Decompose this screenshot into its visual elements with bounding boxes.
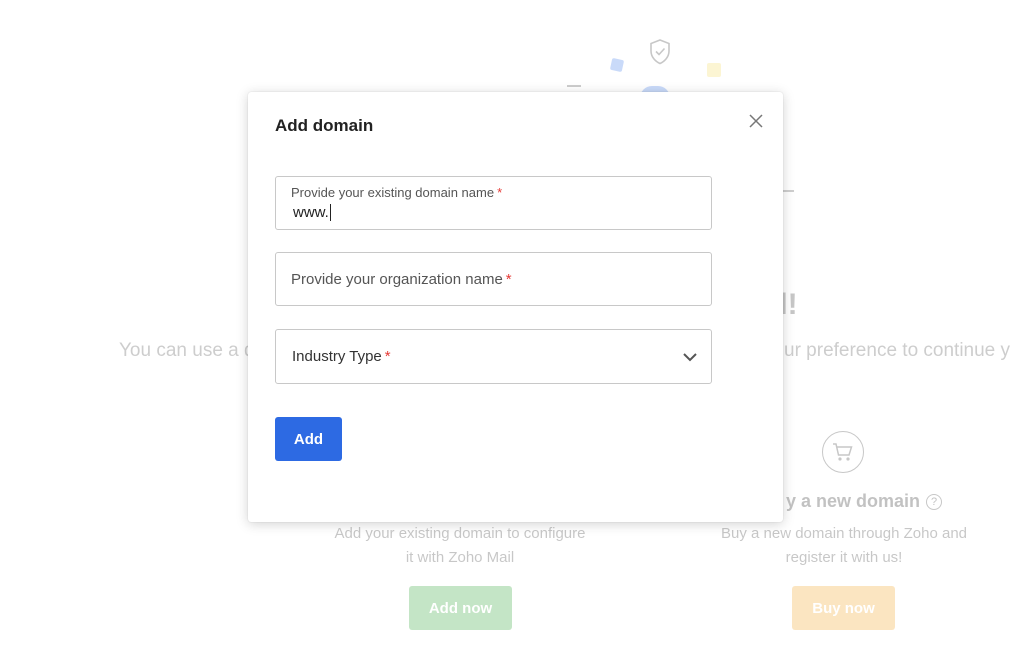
close-button[interactable]	[746, 111, 766, 131]
domain-name-label: Provide your existing domain name *	[291, 185, 503, 200]
buy-domain-title-text: y a new domain	[786, 491, 921, 511]
welcome-subtitle-right: ur preference to continue y	[784, 340, 1011, 361]
add-button[interactable]: Add	[275, 417, 342, 461]
industry-type-value: Industry Type *	[292, 348, 391, 365]
dialog-title: Add domain	[275, 116, 374, 135]
domain-name-input[interactable]: www.	[293, 204, 331, 221]
domain-name-field[interactable]: Provide your existing domain name * www.	[275, 176, 712, 230]
decorative-dash	[782, 190, 794, 192]
buy-domain-title: y a new domain ?	[786, 491, 943, 512]
required-mark: *	[384, 348, 391, 365]
buy-now-button[interactable]: Buy now	[792, 586, 895, 630]
help-icon[interactable]: ?	[926, 493, 943, 510]
industry-type-select[interactable]: Industry Type *	[275, 329, 712, 384]
add-domain-dialog: Add domain Provide your existing domain …	[248, 92, 783, 522]
required-mark: *	[497, 185, 503, 200]
shield-check-icon	[650, 39, 670, 65]
add-domain-description: Add your existing domain to configure it…	[334, 525, 586, 566]
add-now-button[interactable]: Add now	[409, 586, 512, 630]
organization-name-field[interactable]: Provide your organization name *	[275, 252, 712, 306]
text-caret	[329, 204, 331, 221]
decorative-dash	[567, 85, 581, 87]
welcome-subtitle-left: You can use a d	[119, 340, 255, 361]
required-mark: *	[505, 271, 512, 288]
buy-domain-description: Buy a new domain through Zoho and regist…	[721, 525, 967, 566]
decorative-yellow-square	[707, 63, 721, 77]
cart-icon	[822, 431, 864, 473]
chevron-down-icon[interactable]	[682, 350, 698, 364]
decorative-blue-square	[609, 57, 625, 73]
organization-name-input[interactable]: Provide your organization name *	[291, 271, 512, 288]
close-icon	[749, 114, 763, 128]
